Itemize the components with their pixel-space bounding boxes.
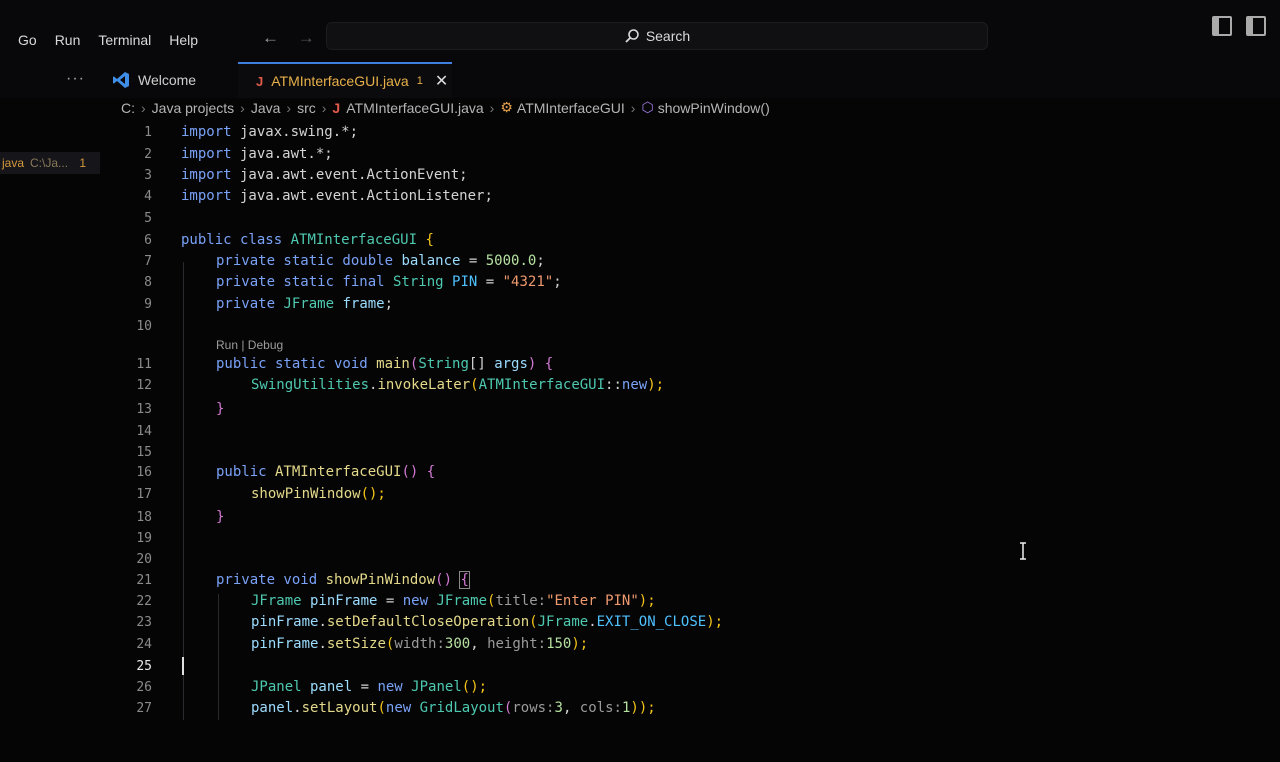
line-number: 23: [136, 615, 152, 630]
code-line: 27 panel.setLayout(new GridLayout(rows:3…: [0, 698, 1280, 720]
editor-tabs: ··· Welcome J ATMInterfaceGUI.java 1 ✕: [0, 62, 1280, 98]
breadcrumb-method[interactable]: showPinWindow(): [658, 100, 770, 116]
more-actions-icon[interactable]: ···: [66, 70, 85, 88]
line-number: 3: [144, 168, 152, 183]
code-line: 16 public ATMInterfaceGUI() {: [0, 462, 1280, 484]
line-number: 9: [144, 297, 152, 312]
code-line: 8 private static final String PIN = "432…: [0, 272, 1280, 294]
forward-arrow-icon[interactable]: →: [298, 28, 315, 47]
line-number: 4: [144, 189, 152, 204]
code-line: 21 private void showPinWindow() {: [0, 570, 1280, 592]
back-arrow-icon[interactable]: ←: [262, 28, 279, 47]
line-number: 27: [136, 701, 152, 716]
code-line: 6 public class ATMInterfaceGUI {: [0, 230, 1280, 252]
breadcrumb-src[interactable]: src: [297, 100, 316, 116]
breadcrumb-file[interactable]: ATMInterfaceGUI.java: [346, 100, 483, 116]
line-number: 24: [136, 637, 152, 652]
class-symbol-icon: ⚙: [500, 99, 513, 115]
line-number: 19: [136, 531, 152, 546]
code-line: 25: [0, 656, 1280, 678]
line-number: 10: [136, 319, 152, 334]
code-line: 18 }: [0, 507, 1280, 529]
code-line: 3 import java.awt.event.ActionEvent;: [0, 165, 1280, 187]
breadcrumb: C: › Java projects › Java › src › J ATMInter…: [121, 99, 770, 116]
menu-bar: Go Run Terminal Help: [0, 32, 198, 48]
line-number: 6: [144, 233, 152, 248]
tab-welcome[interactable]: Welcome: [112, 62, 196, 98]
tab-welcome-label: Welcome: [138, 72, 197, 88]
line-number: 17: [136, 487, 152, 502]
code-line: 11 public static void main(String[] args…: [0, 354, 1280, 376]
code-line: 22 JFrame pinFrame = new JFrame(title:"E…: [0, 591, 1280, 613]
line-number: 1: [144, 125, 152, 140]
line-number: 18: [136, 510, 152, 525]
line-number: 20: [136, 552, 152, 567]
code-line: 13 }: [0, 399, 1280, 421]
search-icon: [625, 29, 639, 43]
line-number: 2: [144, 147, 152, 162]
code-line: 9 private JFrame frame;: [0, 294, 1280, 316]
problem-count-badge: 1: [416, 75, 423, 87]
menu-help[interactable]: Help: [169, 32, 198, 48]
codelens-run-debug[interactable]: Run | Debug: [216, 338, 283, 352]
code-line: 10: [0, 316, 1280, 338]
line-number: 26: [136, 680, 152, 695]
code-editor[interactable]: 1 import javax.swing.*; 2 import java.aw…: [0, 122, 1280, 720]
code-line: 5: [0, 208, 1280, 230]
vscode-logo-icon: [113, 72, 129, 88]
code-line: 4 import java.awt.event.ActionListener;: [0, 186, 1280, 208]
code-line: 17 showPinWindow();: [0, 484, 1280, 506]
line-number: 12: [136, 378, 152, 393]
line-number: 22: [136, 594, 152, 609]
code-line: 24 pinFrame.setSize(width:300, height:15…: [0, 634, 1280, 656]
line-number: 25: [136, 659, 152, 674]
toggle-sidebar-icon[interactable]: [1212, 16, 1232, 36]
menu-terminal[interactable]: Terminal: [98, 32, 151, 48]
menu-run[interactable]: Run: [55, 32, 81, 48]
tab-active-label: ATMInterfaceGUI.java: [271, 73, 409, 89]
line-number: 13: [136, 402, 152, 417]
code-line: 19: [0, 528, 1280, 550]
text-caret: [182, 657, 184, 675]
command-center-search[interactable]: Search: [326, 22, 988, 50]
close-tab-icon[interactable]: ✕: [435, 71, 448, 91]
java-file-icon: J: [256, 73, 264, 89]
code-line: 2 import java.awt.*;: [0, 144, 1280, 166]
code-line: 15: [0, 442, 1280, 464]
line-number: 14: [136, 424, 152, 439]
breadcrumb-drive[interactable]: C:: [121, 100, 135, 116]
java-file-icon: J: [332, 99, 341, 116]
code-line: 20: [0, 549, 1280, 571]
layout-controls: [1212, 16, 1280, 36]
breadcrumb-class[interactable]: ATMInterfaceGUI: [517, 100, 625, 116]
title-bar: Go Run Terminal Help ← → Search: [0, 0, 1280, 62]
line-number: 8: [144, 275, 152, 290]
line-number: 21: [136, 573, 152, 588]
ibeam-cursor-icon: [1020, 542, 1026, 560]
code-line: 1 import javax.swing.*;: [0, 122, 1280, 144]
line-number: 11: [136, 357, 152, 372]
code-line: 14: [0, 421, 1280, 443]
toggle-panel-icon[interactable]: [1246, 16, 1266, 36]
line-number: 15: [136, 445, 152, 460]
menu-go[interactable]: Go: [18, 32, 37, 48]
breadcrumb-java-projects[interactable]: Java projects: [152, 100, 234, 116]
code-line: 26 JPanel panel = new JPanel();: [0, 677, 1280, 699]
method-symbol-icon: ⬡: [641, 99, 654, 115]
navigation-arrows: ← →: [262, 28, 329, 48]
breadcrumb-java[interactable]: Java: [251, 100, 281, 116]
code-line: 7 private static double balance = 5000.0…: [0, 251, 1280, 273]
line-number: 16: [136, 465, 152, 480]
line-number: 5: [144, 211, 152, 226]
code-line: 12 SwingUtilities.invokeLater(ATMInterfa…: [0, 375, 1280, 397]
code-line: 23 pinFrame.setDefaultCloseOperation(JFr…: [0, 612, 1280, 634]
line-number: 7: [144, 254, 152, 269]
tab-atm-interface-gui[interactable]: J ATMInterfaceGUI.java 1 ✕: [238, 62, 452, 98]
search-label: Search: [645, 28, 691, 44]
